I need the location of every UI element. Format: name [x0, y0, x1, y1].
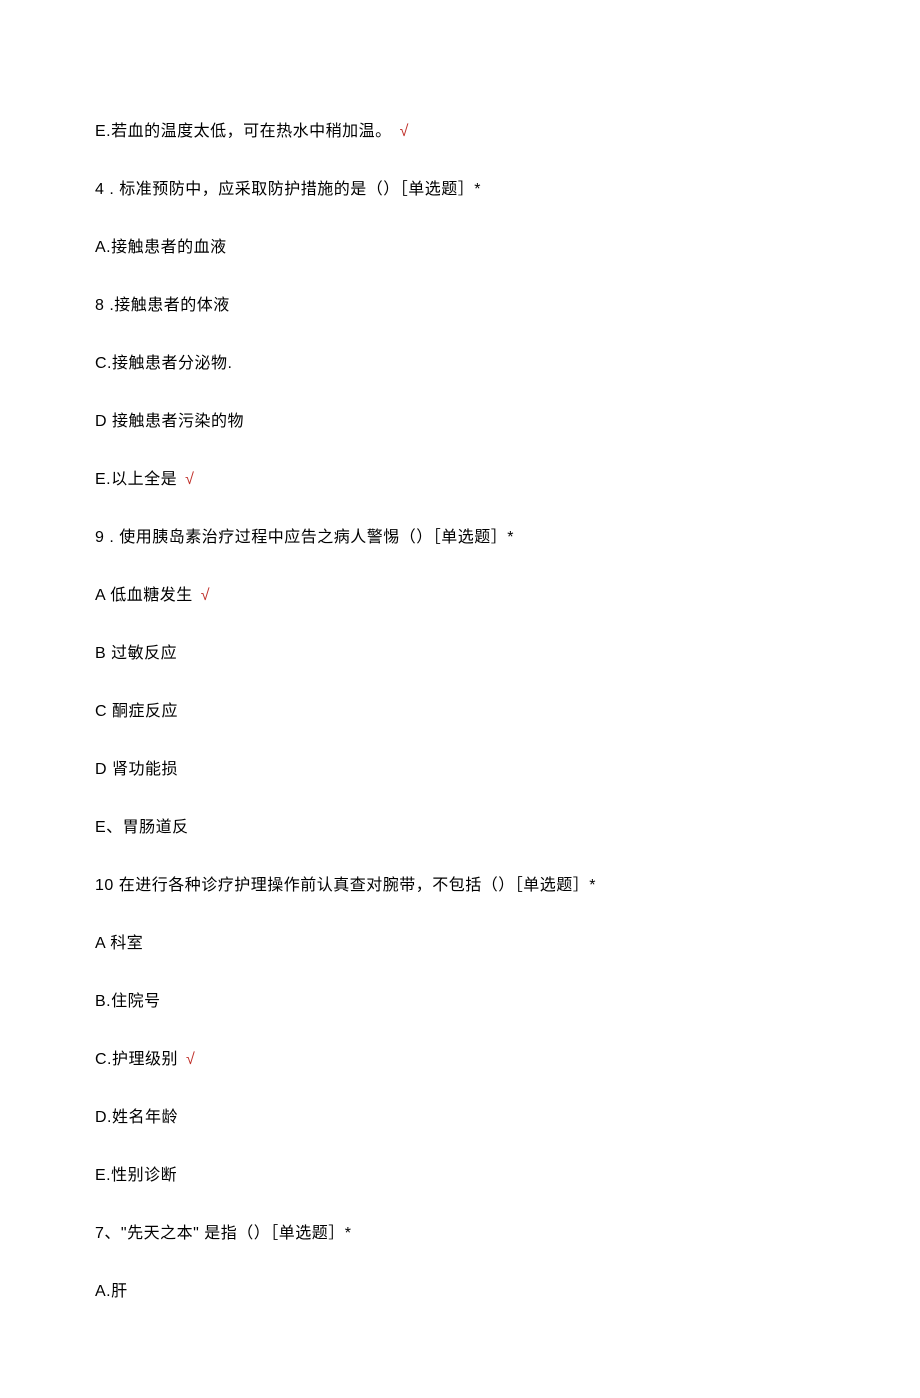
text-line: C 酮症反应 [95, 700, 825, 724]
text-line: E.性别诊断 [95, 1164, 825, 1188]
text-line: 7、"先天之本" 是指（）［单选题］* [95, 1222, 825, 1246]
text-line: B 过敏反应 [95, 642, 825, 666]
text-line: C.护理级别 √ [95, 1048, 825, 1072]
document-page: E.若血的温度太低，可在热水中稍加温。 √ 4 . 标准预防中，应采取防护措施的… [0, 0, 920, 1398]
line-text: 7、"先天之本" 是指（）［单选题］* [95, 1225, 351, 1242]
line-text: C.护理级别 [95, 1051, 178, 1068]
text-line: D.姓名年龄 [95, 1106, 825, 1130]
check-icon: √ [400, 123, 409, 140]
text-line: 10 在进行各种诊疗护理操作前认真查对腕带，不包括（）［单选题］* [95, 874, 825, 898]
text-line: B.住院号 [95, 990, 825, 1014]
text-line: A 科室 [95, 932, 825, 956]
line-text: 10 在进行各种诊疗护理操作前认真查对腕带，不包括（）［单选题］* [95, 877, 596, 894]
text-line: D 接触患者污染的物 [95, 410, 825, 434]
line-text: D.姓名年龄 [95, 1109, 178, 1126]
line-text: E、胃肠道反 [95, 819, 189, 836]
line-text: A 科室 [95, 935, 143, 952]
text-line: A.肝 [95, 1280, 825, 1304]
line-text: A 低血糖发生 [95, 587, 193, 604]
check-icon: √ [185, 471, 194, 488]
text-line: C.接触患者分泌物. [95, 352, 825, 376]
text-line: E.以上全是 √ [95, 468, 825, 492]
line-text: A.接触患者的血液 [95, 239, 227, 256]
text-line: D 肾功能损 [95, 758, 825, 782]
text-line: 4 . 标准预防中，应采取防护措施的是（）［单选题］* [95, 178, 825, 202]
check-icon: √ [201, 587, 210, 604]
line-text: A.肝 [95, 1283, 128, 1300]
line-text: C.接触患者分泌物. [95, 355, 232, 372]
line-text: D 接触患者污染的物 [95, 413, 244, 430]
text-line: A.接触患者的血液 [95, 236, 825, 260]
line-text: 4 . 标准预防中，应采取防护措施的是（）［单选题］* [95, 181, 481, 198]
line-text: B 过敏反应 [95, 645, 177, 662]
text-line: E.若血的温度太低，可在热水中稍加温。 √ [95, 120, 825, 144]
line-text: C 酮症反应 [95, 703, 178, 720]
line-text: D 肾功能损 [95, 761, 178, 778]
text-line: 9 . 使用胰岛素治疗过程中应告之病人警惕（）［单选题］* [95, 526, 825, 550]
check-icon: √ [186, 1051, 195, 1068]
line-text: B.住院号 [95, 993, 161, 1010]
text-line: A 低血糖发生 √ [95, 584, 825, 608]
line-text: 9 . 使用胰岛素治疗过程中应告之病人警惕（）［单选题］* [95, 529, 514, 546]
line-text: E.性别诊断 [95, 1167, 177, 1184]
line-text: E.若血的温度太低，可在热水中稍加温。 [95, 123, 392, 140]
line-text: E.以上全是 [95, 471, 177, 488]
text-line: 8 .接触患者的体液 [95, 294, 825, 318]
line-text: 8 .接触患者的体液 [95, 297, 230, 314]
text-line: E、胃肠道反 [95, 816, 825, 840]
